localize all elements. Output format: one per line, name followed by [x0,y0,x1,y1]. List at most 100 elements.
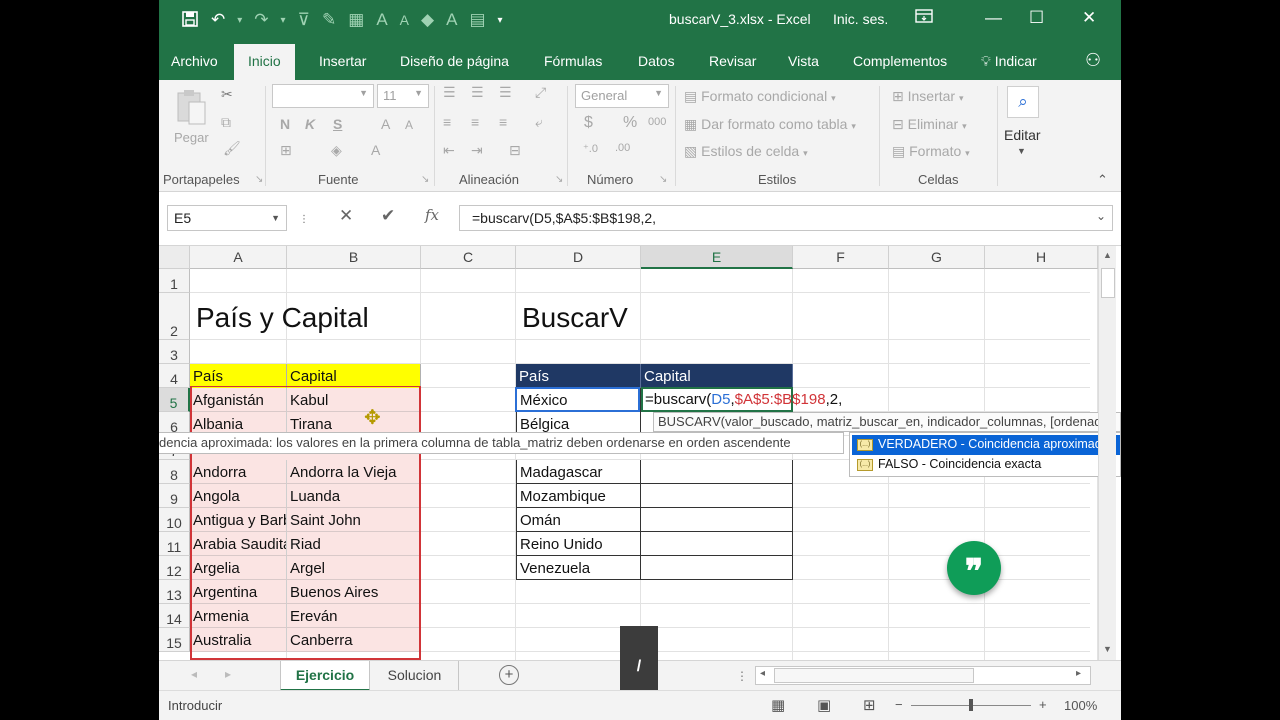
chevron-down-icon[interactable]: ▾ [498,10,503,33]
percent-button[interactable]: % [623,114,637,132]
row-header-10[interactable]: 10 [159,508,190,532]
lookup-country-cell[interactable]: Reino Unido [516,532,641,556]
scroll-down-icon[interactable]: ▼ [1103,644,1112,654]
filter-icon[interactable]: ⊽ [298,10,310,33]
format-cells-button[interactable]: ▤ Formato ▾ [892,143,970,160]
shrink-font-icon[interactable]: A [405,118,413,132]
paste-button[interactable]: Pegar [174,130,209,145]
dialog-launcher-icon[interactable]: ↘ [255,174,263,185]
quote-chat-button[interactable]: ❞ [947,541,1001,595]
cut-icon[interactable]: ✂ [221,86,233,103]
font-color-icon[interactable]: A [371,142,380,158]
fill-color-icon[interactable]: ◆ [421,10,434,33]
vertical-scrollbar[interactable]: ▲ ▼ [1098,246,1116,660]
dialog-launcher-icon[interactable]: ↘ [659,174,667,185]
lookup-capital-cell[interactable] [641,460,793,484]
row-header-15[interactable]: 15 [159,628,190,652]
chevron-down-icon[interactable]: ▾ [237,10,242,33]
tab-diseno-pagina[interactable]: Diseño de página [400,53,509,69]
save-icon[interactable] [181,10,199,33]
left-table-header[interactable]: País [190,364,287,388]
lookup-capital-cell[interactable] [641,484,793,508]
lookup-country-cell[interactable]: Mozambique [516,484,641,508]
copy-icon[interactable]: ⧉ [221,114,231,131]
next-sheet-icon[interactable]: ▸ [225,667,231,681]
row-header-11[interactable]: 11 [159,532,190,556]
autocomplete-option-falso[interactable]: (...) FALSO - Coincidencia exacta [852,455,1045,475]
tab-formulas[interactable]: Fórmulas [544,53,602,69]
paste-icon[interactable] [175,88,207,129]
lookup-capital-cell[interactable] [641,508,793,532]
column-header-c[interactable]: C [421,246,516,269]
column-header-d[interactable]: D [516,246,641,269]
dialog-launcher-icon[interactable]: ↘ [555,174,563,185]
horizontal-scrollbar[interactable]: ◂ ▸ [755,666,1091,685]
tab-complementos[interactable]: Complementos [853,53,947,69]
cell-styles-button[interactable]: ▧ Estilos de celda ▾ [684,143,808,160]
grow-font-icon[interactable]: A [381,116,390,132]
zoom-in-icon[interactable]: + [1039,697,1047,712]
row-header-13[interactable]: 13 [159,580,190,604]
scrollbar-thumb[interactable] [1101,268,1115,298]
column-header-e[interactable]: E [641,246,793,269]
thousands-button[interactable]: 000 [648,116,666,128]
format-as-table-button[interactable]: ▦ Dar formato como tabla ▾ [684,116,856,133]
add-sheet-icon[interactable]: + [499,665,519,685]
row-header-8[interactable]: 8 [159,460,190,484]
lookup-capital-cell[interactable] [641,556,793,580]
row-header-5[interactable]: 5 [159,388,190,412]
autocomplete-option-verdadero[interactable]: (...) VERDADERO - Coincidencia aproximad… [852,435,1120,455]
row-header-2[interactable]: 2 [159,293,190,340]
expand-formula-icon[interactable]: ⌄ [1096,209,1106,223]
borders-icon[interactable]: ⊞ [280,142,292,159]
lookup-country-cell[interactable]: Madagascar [516,460,641,484]
insert-function-button[interactable]: fx [425,206,439,224]
select-all-corner[interactable] [159,246,190,269]
paint-icon[interactable]: ✎ [322,10,336,33]
scroll-right-icon[interactable]: ▸ [1076,668,1081,679]
tab-archivo[interactable]: Archivo [171,53,218,69]
fill-color-icon[interactable]: ◈ [331,142,342,159]
active-cell-e5[interactable]: =buscarv(D5,$A$5:$B$198,2, [641,387,842,412]
align-right-icon[interactable]: ≡ [499,114,507,130]
font-size-decrease-icon[interactable]: A [400,10,409,33]
lookup-country-cell[interactable]: Venezuela [516,556,641,580]
tab-vista[interactable]: Vista [788,53,819,69]
insert-cells-button[interactable]: ⊞ Insertar ▾ [892,88,964,105]
ribbon-display-options-icon[interactable] [915,8,933,29]
minimize-icon[interactable]: — [985,8,1002,28]
search-icon[interactable]: ⌕ [1007,86,1039,118]
currency-button[interactable]: $ [584,114,593,132]
column-header-f[interactable]: F [793,246,889,269]
row-header-9[interactable]: 9 [159,484,190,508]
maximize-icon[interactable]: ☐ [1029,8,1044,28]
lookup-table-header[interactable]: Capital [641,364,793,388]
prev-sheet-icon[interactable]: ◂ [191,667,197,681]
sheet-tab-solucion[interactable]: Solucion [371,661,459,691]
tab-insertar[interactable]: Insertar [319,53,366,69]
row-header-1[interactable]: 1 [159,269,190,293]
number-format-combo[interactable]: General ▼ [575,84,669,108]
sheet-tab-ejercicio[interactable]: Ejercicio [280,661,370,691]
redo-icon[interactable]: ↷ [254,10,268,33]
merge-center-icon[interactable]: ⊟ [509,142,521,159]
decrease-decimal-icon[interactable]: .00 [615,142,630,154]
zoom-out-icon[interactable]: − [895,697,903,712]
chevron-down-icon[interactable]: ▾ [281,10,286,33]
close-icon[interactable]: ✕ [1082,8,1096,28]
increase-indent-icon[interactable]: ⇥ [471,142,483,159]
row-header-4[interactable]: 4 [159,364,190,388]
formula-input[interactable]: =buscarv(D5,$A$5:$B$198,2, ⌄ [459,205,1113,231]
editing-button[interactable]: Editar [1004,127,1041,143]
column-header-h[interactable]: H [985,246,1098,269]
undo-icon[interactable]: ↶ [211,10,225,33]
worksheet-grid[interactable]: ABCDEFGH 123456789101112131415 País y Ca… [159,246,1121,660]
cancel-button[interactable]: ✕ [339,206,353,226]
zoom-slider-thumb[interactable] [969,699,973,711]
scroll-up-icon[interactable]: ▲ [1103,250,1112,260]
border-icon[interactable]: ▦ [348,10,364,33]
format-painter-icon[interactable]: 🖌︎ [223,140,241,157]
column-header-b[interactable]: B [287,246,421,269]
align-bottom-icon[interactable]: ☰ [499,84,512,101]
align-left-icon[interactable]: ≡ [443,114,451,130]
